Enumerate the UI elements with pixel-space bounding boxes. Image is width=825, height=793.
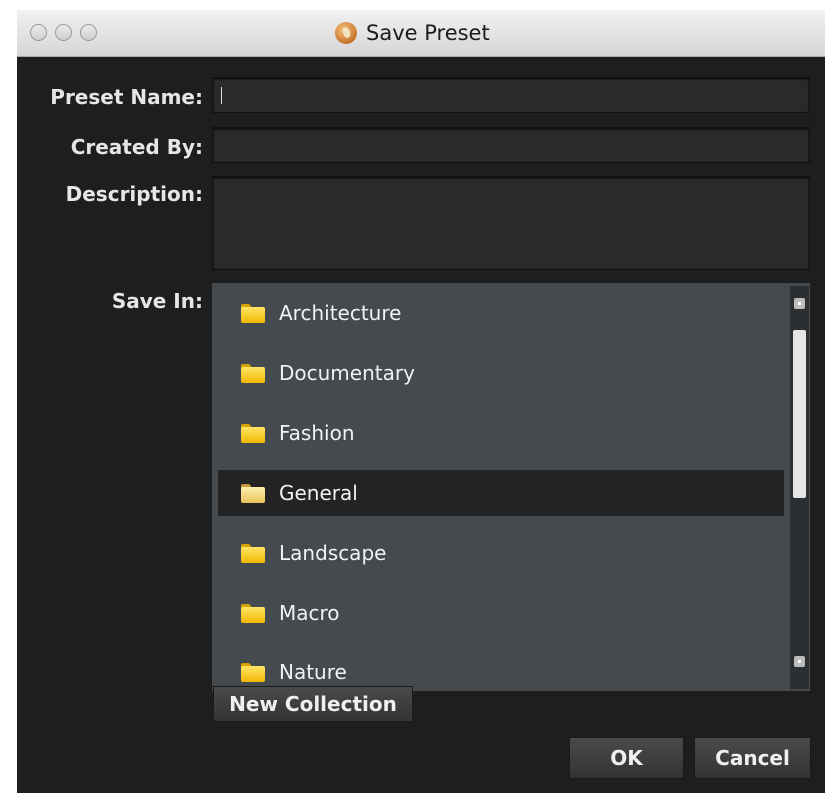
folder-icon [241, 363, 265, 383]
list-item-label: Macro [279, 601, 340, 625]
minimize-window-button[interactable] [55, 24, 72, 41]
cancel-button[interactable]: Cancel [694, 737, 811, 779]
window-title-group: Save Preset [335, 19, 490, 47]
scroll-down-arrow-icon[interactable] [794, 656, 805, 667]
collection-list[interactable]: Architecture Documentary Fashion General… [212, 283, 810, 691]
list-item-label: General [279, 481, 358, 505]
text-caret [221, 87, 222, 104]
list-item[interactable]: Documentary [218, 350, 784, 396]
created-by-input[interactable] [212, 127, 810, 163]
close-window-button[interactable] [30, 24, 47, 41]
ok-button[interactable]: OK [569, 737, 684, 779]
list-item-selected[interactable]: General [218, 470, 784, 516]
description-label: Description: [65, 182, 203, 206]
scroll-thumb[interactable] [793, 330, 806, 498]
list-item-label: Fashion [279, 421, 355, 445]
save-in-label: Save In: [111, 289, 203, 313]
folder-icon [241, 423, 265, 443]
title-bar[interactable]: Save Preset [17, 10, 825, 57]
list-item[interactable]: Macro [218, 590, 784, 636]
scroll-up-arrow-icon[interactable] [794, 298, 805, 309]
app-icon [335, 22, 357, 44]
zoom-window-button[interactable] [80, 24, 97, 41]
save-preset-dialog: Save Preset Preset Name: Created By: Des… [17, 10, 825, 793]
created-by-label: Created By: [70, 135, 203, 159]
list-item[interactable]: Nature [218, 649, 784, 691]
list-item[interactable]: Fashion [218, 410, 784, 456]
list-item-label: Architecture [279, 301, 402, 325]
preset-name-label: Preset Name: [50, 85, 203, 109]
new-collection-button[interactable]: New Collection [213, 686, 413, 722]
folder-icon [241, 662, 265, 682]
list-item-label: Documentary [279, 361, 415, 385]
list-item[interactable]: Architecture [218, 290, 784, 336]
list-item-label: Nature [279, 660, 347, 684]
window-title: Save Preset [366, 21, 490, 45]
list-item-label: Landscape [279, 541, 387, 565]
list-scrollbar[interactable] [790, 286, 809, 689]
folder-icon [241, 303, 265, 323]
folder-icon [241, 543, 265, 563]
list-item[interactable]: Landscape [218, 530, 784, 576]
folder-open-icon [241, 483, 265, 503]
description-textarea[interactable] [212, 176, 810, 270]
preset-name-input[interactable] [212, 77, 810, 113]
folder-icon [241, 603, 265, 623]
